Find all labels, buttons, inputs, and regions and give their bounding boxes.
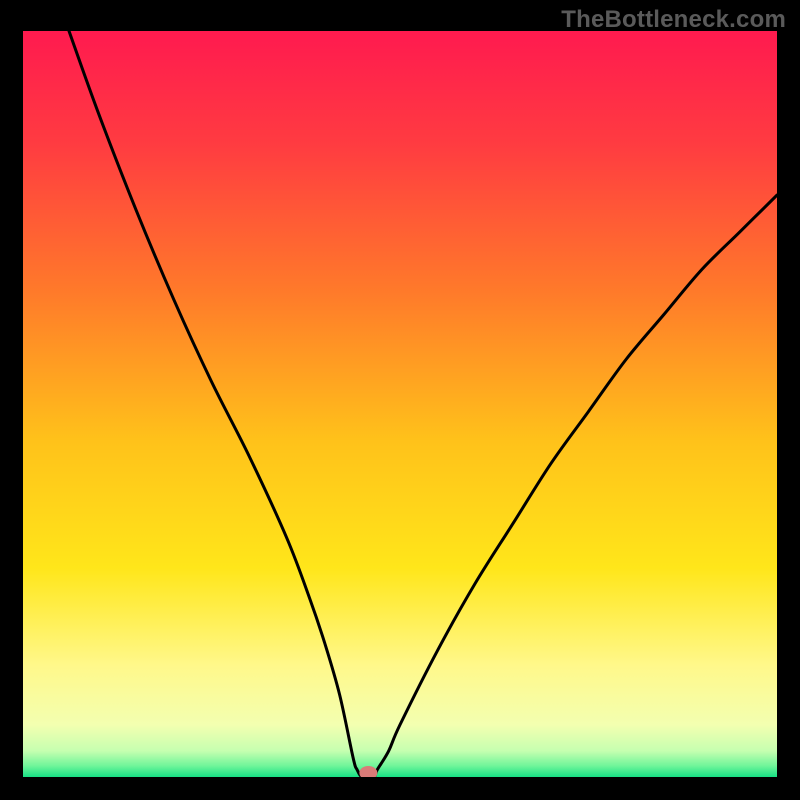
watermark-text: TheBottleneck.com bbox=[561, 6, 786, 34]
chart-frame: TheBottleneck.com bbox=[0, 0, 800, 800]
plot-svg bbox=[23, 31, 777, 777]
gradient-background bbox=[23, 31, 777, 777]
plot-area bbox=[23, 31, 777, 777]
